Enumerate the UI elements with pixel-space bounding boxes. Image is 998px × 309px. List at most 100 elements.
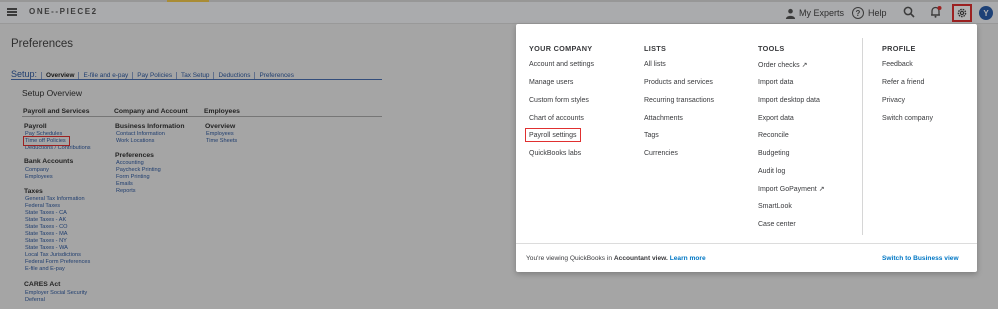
menu-manage-users[interactable]: Manage users	[529, 79, 573, 86]
cares-act-title: CARES Act	[24, 281, 61, 288]
switch-business-view-link[interactable]: Switch to Business view	[882, 255, 959, 262]
view-notice-mode: Accountant view.	[613, 255, 668, 262]
setup-label: Setup:	[11, 69, 38, 79]
link-tax-item[interactable]: State Taxes - WA	[25, 245, 68, 252]
link-employer-social-security[interactable]: Employer Social Security	[25, 290, 87, 297]
menu-chart-of-accounts[interactable]: Chart of accounts	[529, 115, 584, 122]
my-experts-button[interactable]: My Experts	[785, 5, 844, 21]
menu-currencies[interactable]: Currencies	[644, 150, 678, 157]
link-bank-company[interactable]: Company	[25, 167, 49, 174]
your-company-heading: YOUR COMPANY	[529, 44, 593, 53]
hamburger-menu-icon[interactable]	[7, 8, 17, 16]
person-icon	[785, 8, 796, 19]
menu-budgeting[interactable]: Budgeting	[758, 150, 790, 157]
menu-smartlook[interactable]: SmartLook	[758, 203, 792, 210]
menu-import-data[interactable]: Import data	[758, 79, 793, 86]
link-form-printing[interactable]: Form Printing	[116, 174, 150, 181]
menu-export-data[interactable]: Export data	[758, 115, 794, 122]
col-payroll-services: Payroll and Services	[23, 108, 90, 115]
avatar[interactable]: Y	[979, 6, 993, 20]
menu-order-checks[interactable]: Order checks ↗	[758, 61, 808, 69]
link-tax-item[interactable]: Local Tax Jurisdictions	[25, 252, 81, 259]
business-info-title: Business Information	[115, 123, 185, 130]
menu-attachments[interactable]: Attachments	[644, 115, 683, 122]
help-label: Help	[868, 8, 887, 18]
link-tax-item[interactable]: Federal Taxes	[25, 203, 60, 210]
menu-reconcile[interactable]: Reconcile	[758, 132, 789, 139]
link-paycheck-printing[interactable]: Paycheck Printing	[116, 167, 161, 174]
link-tax-item[interactable]: State Taxes - CO	[25, 224, 68, 231]
lists-heading: LISTS	[644, 44, 667, 53]
search-icon[interactable]	[903, 6, 915, 18]
link-deductions-contributions[interactable]: Deductions / Contributions	[25, 145, 91, 152]
link-tax-item[interactable]: State Taxes - MA	[25, 231, 68, 238]
setup-overview-title: Setup Overview	[22, 88, 82, 98]
tab-tax-setup[interactable]: Tax Setup	[176, 72, 213, 79]
menu-feedback[interactable]: Feedback	[882, 61, 913, 68]
notification-bell-icon[interactable]	[929, 5, 943, 19]
tab-deductions[interactable]: Deductions	[213, 72, 254, 79]
menu-switch-company[interactable]: Switch company	[882, 115, 933, 122]
menu-import-gopayment[interactable]: Import GoPayment ↗	[758, 185, 825, 193]
my-experts-label: My Experts	[799, 8, 845, 18]
view-notice-prefix: You're viewing QuickBooks in	[526, 255, 613, 262]
top-bar: ONE--PIECE2 My Experts ? Help Y	[0, 2, 998, 24]
payroll-settings-highlight	[525, 128, 581, 142]
menu-custom-form-styles[interactable]: Custom form styles	[529, 97, 589, 104]
link-time-sheets[interactable]: Time Sheets	[206, 138, 237, 145]
menu-refer-friend[interactable]: Refer a friend	[882, 79, 924, 86]
tab-efile[interactable]: E-file and e-pay	[78, 72, 132, 79]
menu-account-settings[interactable]: Account and settings	[529, 61, 594, 68]
bank-accounts-title: Bank Accounts	[24, 158, 74, 165]
menu-recurring-transactions[interactable]: Recurring transactions	[644, 97, 714, 104]
col-company-account: Company and Account	[114, 108, 188, 115]
link-employees[interactable]: Employees	[206, 131, 234, 138]
learn-more-link[interactable]: Learn more	[670, 255, 706, 262]
profile-heading: PROFILE	[882, 44, 916, 53]
menu-import-desktop-data[interactable]: Import desktop data	[758, 97, 820, 104]
payroll-section-title: Payroll	[24, 123, 47, 130]
tab-preferences[interactable]: Preferences	[254, 72, 297, 79]
col-employees: Employees	[204, 108, 240, 115]
menu-all-lists[interactable]: All lists	[644, 61, 666, 68]
menu-order-checks-label: Order checks	[758, 62, 800, 69]
menu-import-gopayment-label: Import GoPayment	[758, 186, 817, 193]
link-contact-information[interactable]: Contact Information	[116, 131, 165, 138]
help-button[interactable]: ? Help	[852, 5, 887, 21]
link-work-locations[interactable]: Work Locations	[116, 138, 154, 145]
company-logo: ONE--PIECE2	[29, 7, 98, 16]
link-tax-item[interactable]: State Taxes - CA	[25, 210, 67, 217]
link-tax-item[interactable]: E-file and E-pay	[25, 266, 65, 273]
link-tax-item[interactable]: State Taxes - NY	[25, 238, 67, 245]
link-bank-employees[interactable]: Employees	[25, 174, 53, 181]
menu-privacy[interactable]: Privacy	[882, 97, 905, 104]
tab-overview[interactable]: Overview	[41, 72, 78, 79]
setup-tabs: Setup: Overview E-file and e-pay Pay Pol…	[11, 67, 382, 80]
menu-case-center[interactable]: Case center	[758, 221, 796, 228]
page-title: Preferences	[11, 38, 74, 50]
link-deferral[interactable]: Deferral	[25, 297, 45, 304]
tools-heading: TOOLS	[758, 44, 785, 53]
tab-pay-policies[interactable]: Pay Policies	[132, 72, 176, 79]
link-reports[interactable]: Reports	[116, 188, 136, 195]
taxes-title: Taxes	[24, 188, 43, 195]
column-divider	[862, 38, 863, 235]
link-tax-item[interactable]: General Tax Information	[25, 196, 85, 203]
menu-audit-log[interactable]: Audit log	[758, 168, 785, 175]
footer-divider	[516, 243, 977, 244]
link-tax-item[interactable]: Federal Form Preferences	[25, 259, 90, 266]
settings-menu-panel: YOUR COMPANY Account and settings Manage…	[516, 24, 977, 272]
overview-column-headers: Payroll and Services Company and Account…	[22, 107, 382, 117]
gear-icon	[957, 8, 967, 18]
accountant-view-notice: You're viewing QuickBooks in Accountant …	[526, 255, 706, 262]
time-off-highlight	[23, 136, 70, 146]
menu-quickbooks-labs[interactable]: QuickBooks labs	[529, 150, 581, 157]
menu-tags[interactable]: Tags	[644, 132, 659, 139]
link-emails[interactable]: Emails	[116, 181, 133, 188]
external-link-icon: ↗	[801, 62, 808, 69]
menu-products-services[interactable]: Products and services	[644, 79, 713, 86]
help-icon: ?	[852, 7, 864, 19]
settings-button[interactable]	[952, 4, 972, 22]
link-tax-item[interactable]: State Taxes - AK	[25, 217, 66, 224]
link-accounting[interactable]: Accounting	[116, 160, 144, 167]
